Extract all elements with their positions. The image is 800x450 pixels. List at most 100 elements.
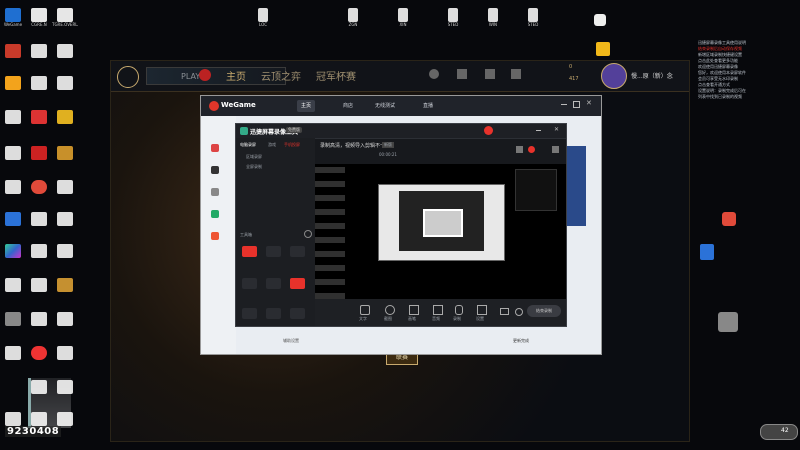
option-fullscreen-record[interactable]: 全屏录制 xyxy=(246,164,262,170)
desktop-icon[interactable]: LOC xyxy=(250,8,276,27)
tool-video-compress[interactable] xyxy=(242,278,257,289)
end-record-button[interactable]: 结束录制 xyxy=(527,305,561,317)
tab-wireless-test[interactable]: 无线测试 xyxy=(371,100,399,112)
file-icon xyxy=(5,146,21,160)
desktop-icon[interactable]: ZGN xyxy=(340,8,366,27)
close-icon[interactable]: ✕ xyxy=(554,126,559,133)
alert-icon[interactable] xyxy=(199,69,211,81)
desktop-icon[interactable] xyxy=(52,76,78,90)
desktop-icon[interactable] xyxy=(52,44,78,58)
game-icon[interactable] xyxy=(211,166,219,174)
nav-champions-cup[interactable]: 冠军杯赛 xyxy=(316,68,356,83)
pen-icon[interactable] xyxy=(409,305,419,315)
camera-icon[interactable] xyxy=(500,308,509,315)
desktop-icon[interactable] xyxy=(0,180,26,194)
tool-file-convert[interactable] xyxy=(290,246,305,257)
desktop-icon[interactable] xyxy=(0,412,26,426)
tool-record-settings[interactable] xyxy=(266,278,281,289)
user-avatar[interactable] xyxy=(484,126,493,135)
tab-screen-record[interactable]: 电脑录屏 xyxy=(240,142,256,148)
avatar[interactable] xyxy=(601,63,627,89)
desktop-icon[interactable] xyxy=(0,278,26,292)
desktop-icon[interactable] xyxy=(0,244,26,258)
tab-phone-mirror[interactable]: 手机投屏 xyxy=(284,142,300,148)
tool-screenshot[interactable] xyxy=(290,308,305,319)
loot-icon[interactable] xyxy=(485,69,495,79)
app-icon[interactable] xyxy=(596,42,610,56)
desktop-icon[interactable] xyxy=(26,146,52,160)
wegame-settings-link[interactable]: 辅助设置 xyxy=(283,338,299,344)
tab-home[interactable]: 主页 xyxy=(297,100,316,112)
desktop-icon[interactable] xyxy=(26,312,52,326)
desktop-icon-2[interactable]: CGRE.N xyxy=(26,8,52,27)
desktop-icon[interactable] xyxy=(52,180,78,194)
tab-store[interactable]: 商店 xyxy=(339,100,357,112)
app-icon[interactable] xyxy=(722,212,736,226)
desktop-icon[interactable] xyxy=(52,346,78,360)
close-icon[interactable]: ✕ xyxy=(586,99,592,107)
collection-icon[interactable] xyxy=(457,69,467,79)
minimize-icon[interactable] xyxy=(561,104,567,105)
settings-icon[interactable] xyxy=(515,308,523,316)
cat-icon[interactable] xyxy=(594,14,606,26)
desktop-icon[interactable]: STED xyxy=(520,8,546,27)
tab-live[interactable]: 直播 xyxy=(419,100,437,112)
desktop-icon[interactable] xyxy=(26,76,52,90)
option-area-record[interactable]: 区域录屏 xyxy=(246,154,262,160)
screenshot-icon[interactable] xyxy=(385,305,395,315)
tool-video-edit[interactable] xyxy=(266,246,281,257)
tab-game[interactable]: 游戏 xyxy=(268,142,276,148)
desktop-icon-3[interactable]: TGRE.OVERLAY xyxy=(52,8,78,27)
desktop-icon[interactable]: XIN xyxy=(390,8,416,27)
desktop-icon[interactable] xyxy=(26,180,52,194)
tool-draw[interactable] xyxy=(266,308,281,319)
game-icon[interactable] xyxy=(211,232,219,240)
desktop-icon[interactable] xyxy=(52,146,78,160)
desktop-icon[interactable] xyxy=(0,76,26,90)
desktop-icon[interactable] xyxy=(26,278,52,292)
taskbar-widget[interactable]: 42 xyxy=(760,424,798,440)
desktop-icon-wegame[interactable]: WeGame xyxy=(0,8,26,27)
desktop-icon[interactable] xyxy=(0,312,26,326)
tool-timed-record[interactable] xyxy=(290,278,305,289)
desktop-icon[interactable]: STED xyxy=(440,8,466,27)
social-icon[interactable] xyxy=(429,69,439,79)
toolbox-toggle-icon[interactable] xyxy=(304,230,312,238)
shop-icon[interactable] xyxy=(511,69,521,79)
text-tool-icon[interactable] xyxy=(360,305,370,315)
speaker-icon[interactable] xyxy=(477,305,487,315)
desktop-icon[interactable]: WIN xyxy=(480,8,506,27)
desktop-icon[interactable] xyxy=(26,212,52,226)
desktop-icon[interactable] xyxy=(52,212,78,226)
desktop-icon[interactable] xyxy=(26,346,52,360)
desktop-icon[interactable] xyxy=(52,244,78,258)
game-icon[interactable] xyxy=(211,210,219,218)
tool-record-helper[interactable] xyxy=(242,246,257,257)
game-icon[interactable] xyxy=(211,144,219,152)
minimize-icon[interactable] xyxy=(536,130,541,131)
desktop-icon[interactable] xyxy=(52,312,78,326)
desktop-icon[interactable] xyxy=(0,110,26,124)
file-icon xyxy=(31,8,47,22)
tool-video-convert[interactable] xyxy=(242,308,257,319)
desktop-icon[interactable] xyxy=(0,44,26,58)
share-icon[interactable] xyxy=(552,146,559,153)
audio-icon[interactable] xyxy=(433,305,443,315)
record-red-icon[interactable] xyxy=(528,146,535,153)
maximize-icon[interactable] xyxy=(573,101,580,108)
desktop-icon[interactable] xyxy=(26,244,52,258)
desktop-icon[interactable] xyxy=(0,146,26,160)
game-icon[interactable] xyxy=(211,188,219,196)
desktop-icon[interactable] xyxy=(0,212,26,226)
desktop-icon[interactable] xyxy=(0,346,26,360)
app-icon[interactable] xyxy=(718,312,738,332)
app-icon[interactable] xyxy=(700,244,714,260)
nav-tft[interactable]: 云顶之弈 xyxy=(261,68,301,83)
desktop-icon[interactable] xyxy=(52,278,78,292)
desktop-icon[interactable] xyxy=(26,44,52,58)
record-settings-icon[interactable] xyxy=(516,146,523,153)
mic-icon[interactable] xyxy=(455,305,463,315)
desktop-icon[interactable] xyxy=(52,110,78,124)
desktop-icon[interactable] xyxy=(26,110,52,124)
nav-home[interactable]: 主页 xyxy=(226,68,246,83)
